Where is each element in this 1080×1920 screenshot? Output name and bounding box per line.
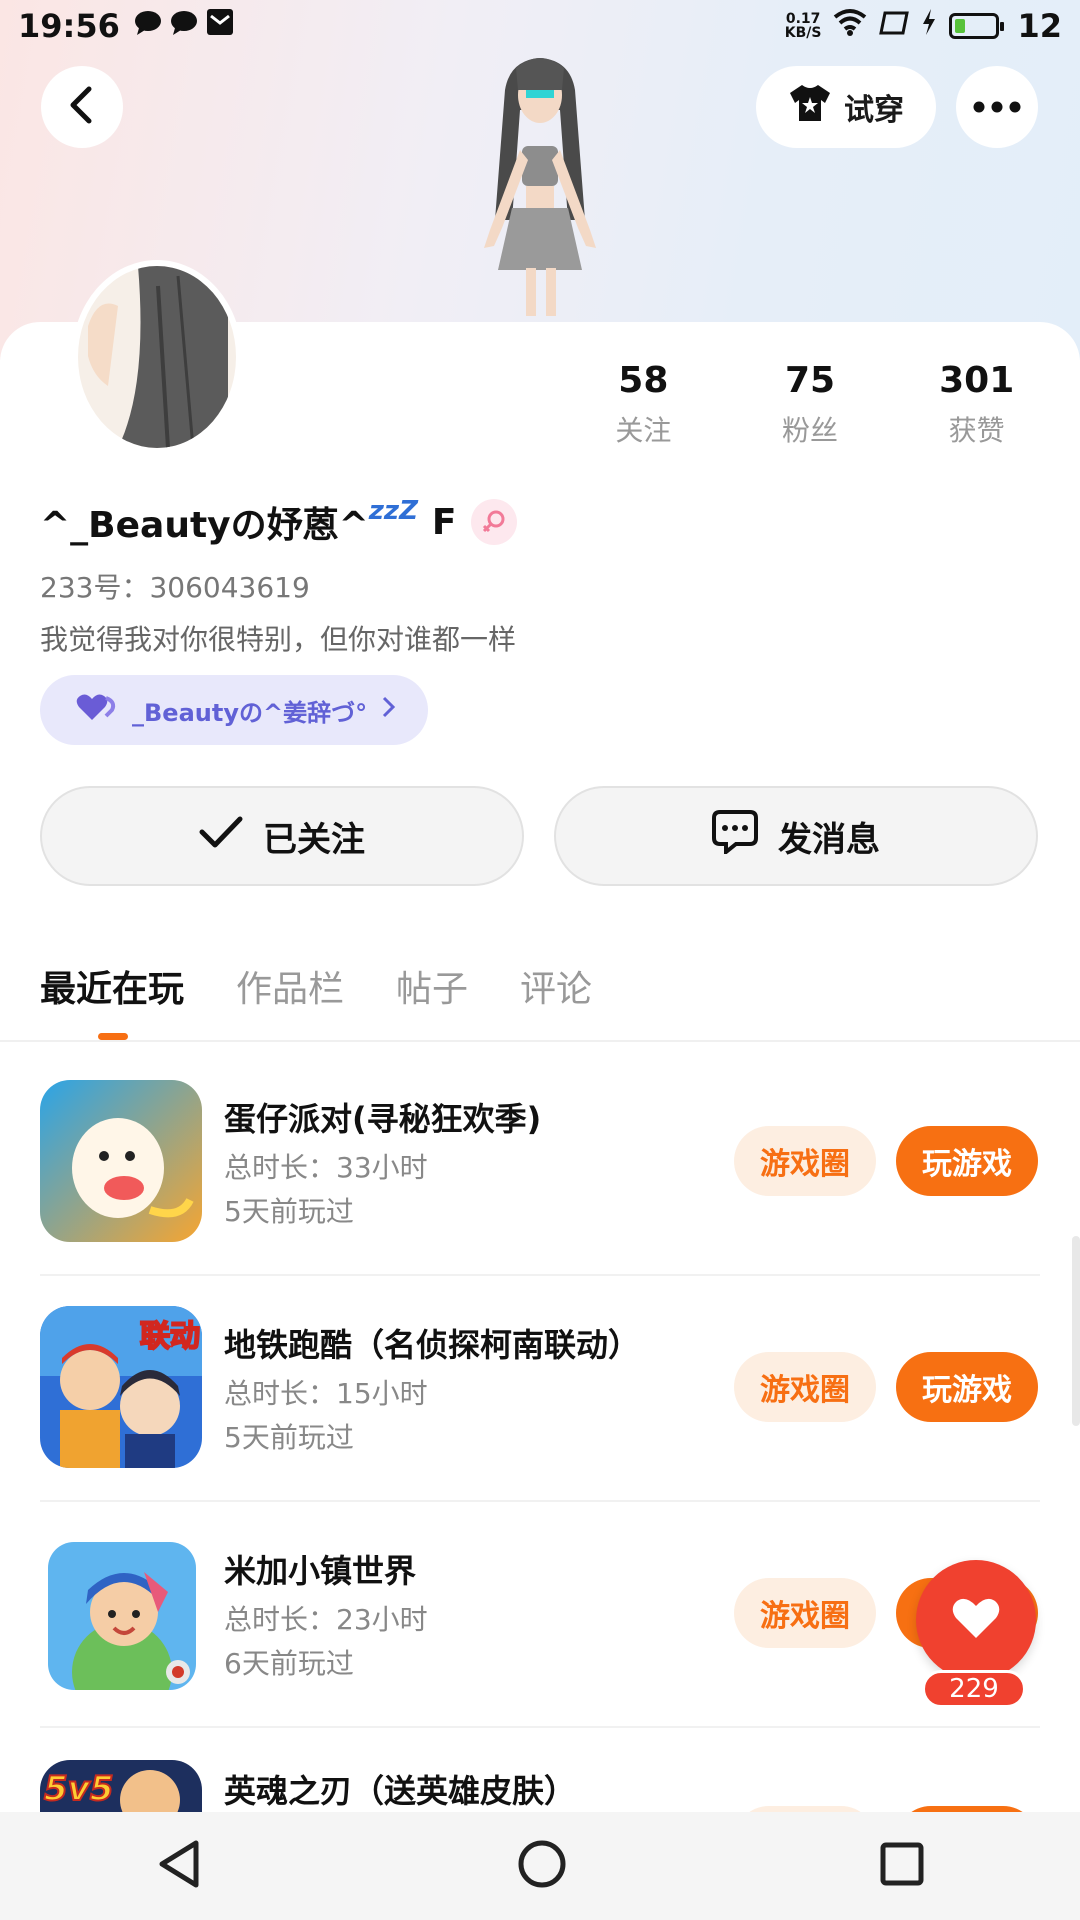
game-icon[interactable]: 5v5: [40, 1760, 202, 1812]
tab-indicator: [98, 1033, 128, 1040]
game-badge-text: 联动: [140, 1319, 200, 1354]
chevron-right-icon: [381, 695, 397, 725]
battery-level: 12: [1017, 7, 1062, 45]
nav-back-button[interactable]: [156, 1839, 204, 1893]
username: ^_Beautyの妤蒽^zzZ F: [40, 496, 517, 548]
back-icon: [65, 85, 99, 129]
nav-home-button[interactable]: [517, 1839, 567, 1893]
avatar-character-image: [450, 50, 630, 320]
system-nav-bar: [0, 1812, 1080, 1920]
nav-recents-button[interactable]: [880, 1842, 924, 1890]
game-duration: 总时长：15小时: [224, 1377, 428, 1410]
game-icon[interactable]: [40, 1080, 202, 1242]
like-count: 229: [922, 1670, 1026, 1708]
more-icon: [973, 98, 1021, 117]
play-game-button[interactable]: 玩游戏: [896, 1352, 1038, 1422]
game-icon[interactable]: 联动: [40, 1306, 202, 1468]
like-button[interactable]: [916, 1560, 1036, 1680]
send-message-button[interactable]: 发消息: [554, 786, 1038, 886]
stat-likes[interactable]: 301 获赞: [893, 360, 1060, 449]
game-row[interactable]: 蛋仔派对(寻秘狂欢季) 总时长：33小时 5天前玩过 游戏圈 玩游戏: [40, 1080, 1040, 1242]
user-id: 233号：306043619: [40, 571, 310, 604]
screen-icon: [879, 9, 910, 44]
username-text: ^_Beautyの妤蒽^zzZ: [40, 496, 418, 546]
game-circle-button[interactable]: 游戏圈: [734, 1352, 876, 1422]
chat-bubble-icon: [134, 9, 162, 44]
row-divider: [40, 1726, 1040, 1728]
stat-following[interactable]: 58 关注: [560, 360, 727, 449]
tab-posts[interactable]: 帖子: [396, 960, 468, 1012]
game-last-played: 5天前玩过: [224, 1195, 354, 1228]
charging-icon: [921, 8, 937, 44]
play-game-button[interactable]: 玩游戏: [896, 1126, 1038, 1196]
message-icon: [712, 809, 758, 863]
send-message-label: 发消息: [778, 819, 880, 860]
tab-works[interactable]: 作品栏: [236, 960, 344, 1012]
female-icon: [470, 499, 517, 545]
battery-icon: [949, 13, 1005, 39]
sleep-decoration: zzZ: [368, 496, 418, 526]
game-title: 蛋仔派对(寻秘狂欢季): [224, 1100, 542, 1138]
mail-icon: [206, 8, 234, 44]
tab-recently-played[interactable]: 最近在玩: [40, 960, 184, 1012]
game-title: 地铁跑酷（名侦探柯南联动）: [224, 1326, 641, 1364]
game-title: 英魂之刃（送英雄皮肤）: [224, 1772, 577, 1810]
row-divider: [40, 1500, 1040, 1502]
game-duration: 总时长：23小时: [224, 1603, 428, 1636]
heart-pair-icon: [76, 692, 118, 728]
game-circle-button[interactable]: 游戏圈: [734, 1578, 876, 1648]
wifi-icon: [833, 8, 867, 44]
profile-tabs: 最近在玩 作品栏 帖子 评论: [40, 960, 592, 1012]
game-row[interactable]: 米加小镇世界 总时长：23小时 6天前玩过 游戏圈 玩游戏: [40, 1532, 1040, 1694]
try-on-label: 试穿: [844, 93, 904, 128]
game-last-played: 6天前玩过: [224, 1647, 354, 1680]
game-circle-button[interactable]: 游戏圈: [734, 1126, 876, 1196]
check-icon: [199, 815, 243, 858]
scrollbar[interactable]: [1072, 1236, 1080, 1426]
family-link[interactable]: _Beautyの^姜辞づ°: [40, 675, 428, 745]
net-speed: 0.17 KB/S: [784, 11, 822, 41]
profile-stats: 58 关注 75 粉丝 301 获赞: [560, 360, 1060, 449]
tab-comments[interactable]: 评论: [520, 960, 592, 1012]
game-last-played: 5天前玩过: [224, 1421, 354, 1454]
followed-button[interactable]: 已关注: [40, 786, 524, 886]
chat-bubble-icon: [170, 9, 198, 44]
game-duration: 总时长：33小时: [224, 1151, 428, 1184]
avatar[interactable]: [72, 260, 242, 454]
game-row[interactable]: 5v5 英魂之刃（送英雄皮肤）: [40, 1760, 1040, 1812]
followed-label: 已关注: [263, 819, 365, 860]
status-time: 19:56: [18, 7, 120, 45]
row-divider: [40, 1274, 1040, 1276]
back-button[interactable]: [41, 66, 123, 148]
username-suffix: F: [431, 501, 457, 543]
try-on-button[interactable]: 试穿: [756, 66, 936, 148]
more-button[interactable]: [956, 66, 1038, 148]
status-bar: 19:56 0.17 KB/S 12: [0, 0, 1080, 52]
game-icon[interactable]: [48, 1542, 196, 1690]
user-bio: 我觉得我对你很特别，但你对谁都一样: [40, 623, 517, 656]
stat-followers[interactable]: 75 粉丝: [727, 360, 894, 449]
family-label: _Beautyの^姜辞づ°: [132, 698, 368, 727]
tab-divider: [0, 1040, 1080, 1042]
tshirt-icon: [788, 83, 832, 131]
game-badge-text: 5v5: [44, 1769, 113, 1809]
game-row[interactable]: 联动 地铁跑酷（名侦探柯南联动） 总时长：15小时 5天前玩过 游戏圈 玩游戏: [40, 1306, 1040, 1468]
game-title: 米加小镇世界: [224, 1552, 417, 1590]
heart-icon: [951, 1596, 1001, 1644]
